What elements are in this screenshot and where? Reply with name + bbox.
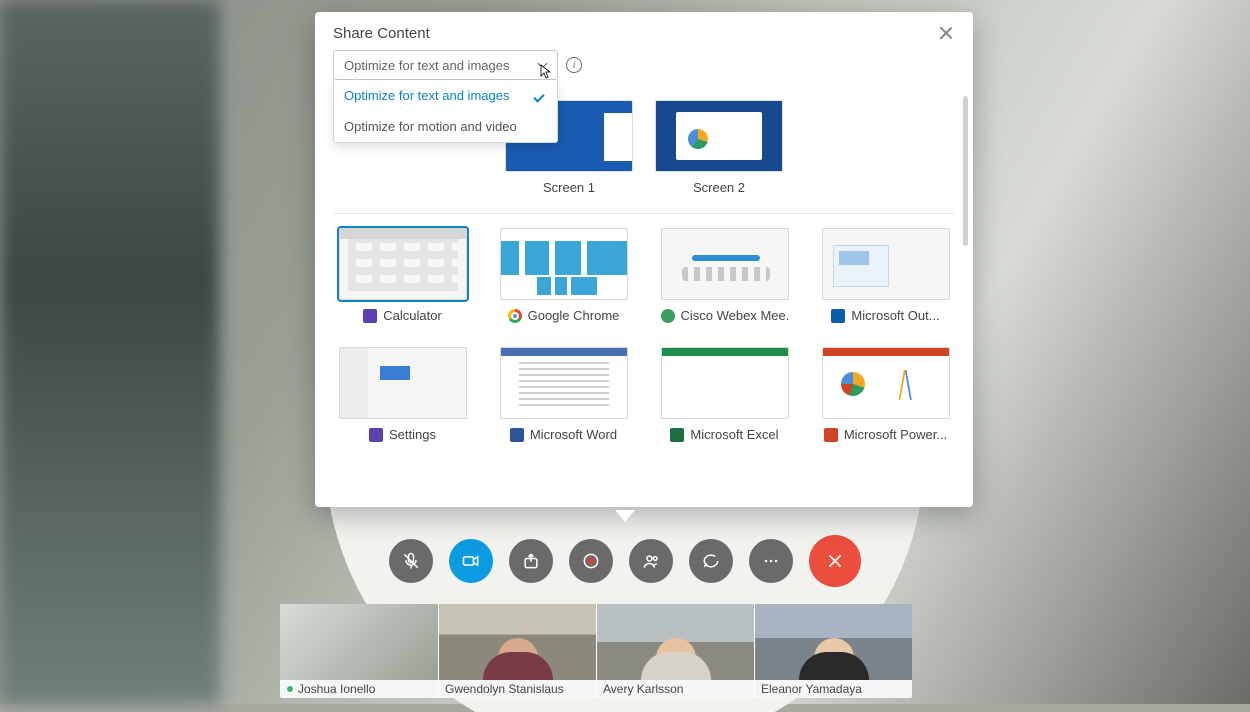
app-thumbnail xyxy=(661,228,789,300)
settings-icon xyxy=(369,428,383,442)
participants-button[interactable] xyxy=(629,539,673,583)
share-app-chrome[interactable]: Google Chrome xyxy=(494,228,633,323)
chat-button[interactable] xyxy=(689,539,733,583)
dropdown-option-text-images[interactable]: Optimize for text and images xyxy=(334,80,557,111)
app-thumbnail xyxy=(661,347,789,419)
screen-2-thumbnail xyxy=(655,100,783,172)
app-thumbnail xyxy=(339,347,467,419)
share-app-excel[interactable]: Microsoft Excel xyxy=(655,347,794,442)
word-icon xyxy=(510,428,524,442)
app-thumbnail xyxy=(500,347,628,419)
participant-self[interactable]: Joshua Ionello xyxy=(280,604,438,698)
app-thumbnail xyxy=(822,228,950,300)
excel-icon xyxy=(670,428,684,442)
app-thumbnail xyxy=(339,228,467,300)
dropdown-option-motion-video[interactable]: Optimize for motion and video xyxy=(334,111,557,142)
close-icon[interactable] xyxy=(937,24,955,42)
dialog-title: Share Content xyxy=(333,25,430,42)
record-button[interactable] xyxy=(569,539,613,583)
share-app-settings[interactable]: Settings xyxy=(333,347,472,442)
mute-button[interactable] xyxy=(389,539,433,583)
participant-name: Joshua Ionello xyxy=(298,682,375,696)
mouse-cursor-icon xyxy=(540,64,552,80)
dialog-caret xyxy=(615,510,635,522)
screen-1-label: Screen 1 xyxy=(543,180,595,195)
share-app-word[interactable]: Microsoft Word xyxy=(494,347,633,442)
participant-tile[interactable]: Avery Karlsson xyxy=(596,604,754,698)
share-app-webex[interactable]: Cisco Webex Mee... xyxy=(655,228,794,323)
section-divider xyxy=(333,213,955,214)
optimize-dropdown[interactable]: Optimize for text and images Optimize fo… xyxy=(333,50,558,80)
share-app-calculator[interactable]: Calculator xyxy=(333,228,472,323)
share-app-powerpoint[interactable]: Microsoft Power... xyxy=(816,347,955,442)
participant-tile[interactable]: Gwendolyn Stanislaus xyxy=(438,604,596,698)
optimize-dropdown-menu: Optimize for text and images Optimize fo… xyxy=(333,80,558,143)
share-screen-2[interactable]: Screen 2 xyxy=(655,100,783,195)
participant-name: Gwendolyn Stanislaus xyxy=(445,682,564,696)
powerpoint-icon xyxy=(824,428,838,442)
app-thumbnail xyxy=(500,228,628,300)
participants-filmstrip: Joshua Ionello Gwendolyn Stanislaus Aver… xyxy=(280,604,912,698)
presence-indicator-icon xyxy=(286,685,294,693)
more-button[interactable] xyxy=(749,539,793,583)
share-app-outlook[interactable]: Microsoft Out... xyxy=(816,228,955,323)
participant-name: Avery Karlsson xyxy=(603,682,683,696)
share-content-dialog: Share Content Optimize for text and imag… xyxy=(315,12,973,507)
video-button[interactable] xyxy=(449,539,493,583)
scrollbar-thumb[interactable] xyxy=(963,96,968,246)
screen-2-label: Screen 2 xyxy=(693,180,745,195)
meeting-controls xyxy=(389,535,861,587)
hangup-button[interactable] xyxy=(809,535,861,587)
participant-name: Eleanor Yamadaya xyxy=(761,682,862,696)
chrome-icon xyxy=(508,309,522,323)
webex-icon xyxy=(661,309,675,323)
app-thumbnail xyxy=(822,347,950,419)
participant-tile[interactable]: Eleanor Yamadaya xyxy=(754,604,912,698)
calculator-icon xyxy=(363,309,377,323)
info-icon[interactable]: i xyxy=(566,57,582,73)
check-icon xyxy=(535,92,547,100)
outlook-icon xyxy=(831,309,845,323)
dropdown-selected-label: Optimize for text and images xyxy=(344,58,509,73)
share-button[interactable] xyxy=(509,539,553,583)
